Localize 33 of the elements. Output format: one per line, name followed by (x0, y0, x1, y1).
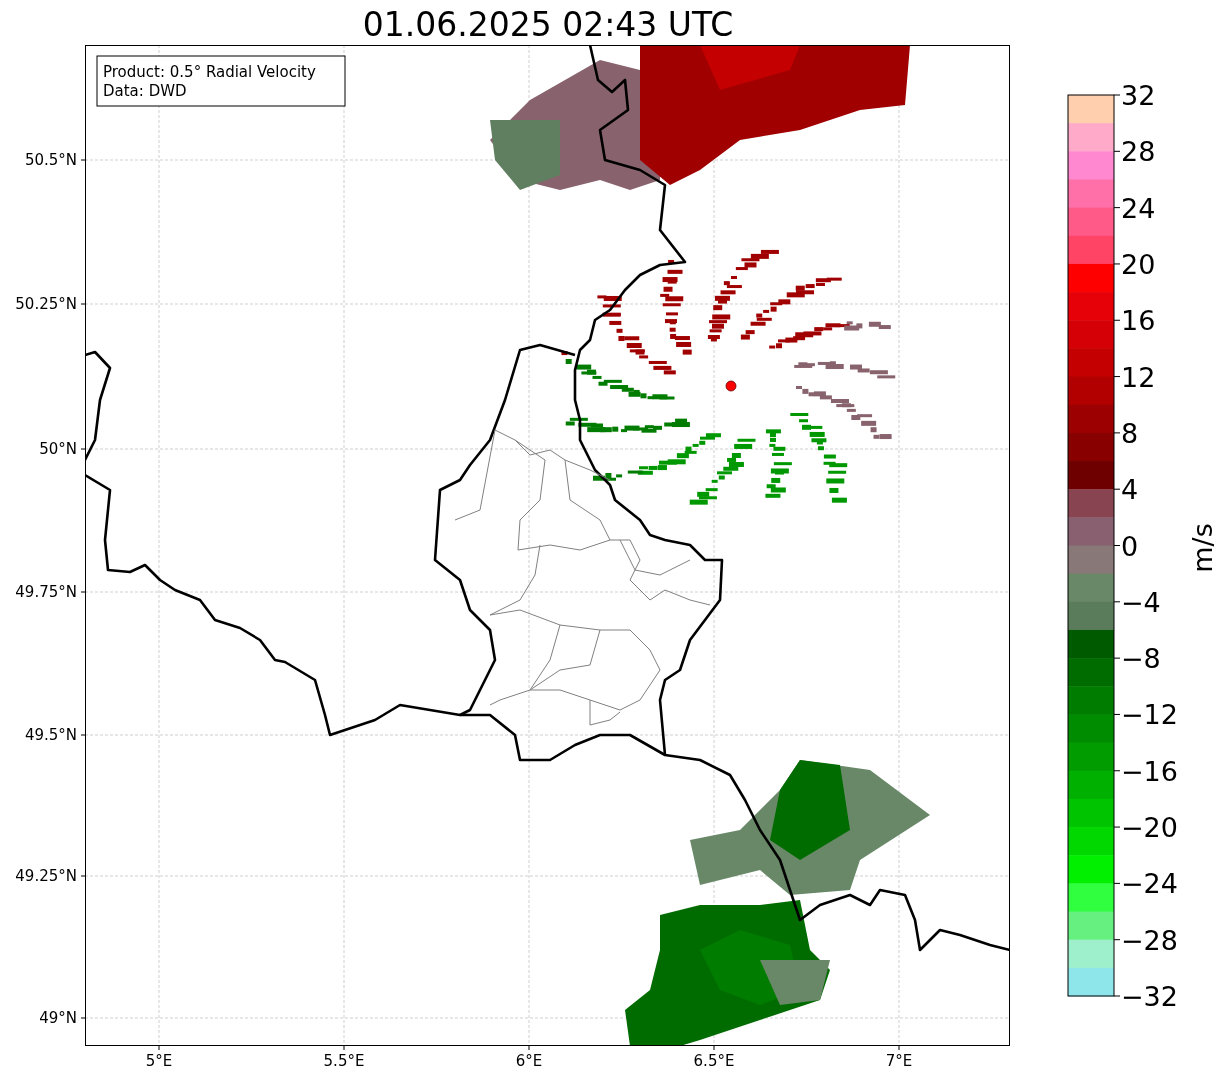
colorbar-tick-label: 24 (1121, 192, 1156, 224)
colorbar-tick-label: −12 (1121, 699, 1178, 731)
colorbar-tick-label: 32 (1121, 80, 1156, 111)
colorbar-tick-label: 16 (1121, 305, 1156, 337)
longitude-label: 7°E (885, 1052, 913, 1070)
colorbar-tick-label: −28 (1121, 924, 1178, 956)
latitude-label: 49.5°N (24, 726, 77, 744)
colorbar-tick-label: −4 (1121, 586, 1161, 618)
colorbar-label: m/s (1187, 523, 1218, 573)
latitude-label: 49.25°N (15, 867, 77, 885)
colorbar-tick-label: 0 (1121, 530, 1139, 562)
colorbar-tick-label: 4 (1121, 474, 1139, 506)
latitude-label: 49°N (39, 1009, 77, 1027)
latitude-label: 50°N (39, 440, 77, 458)
chart-title: 01.06.2025 02:43 UTC (362, 5, 734, 44)
colorbar-tick-label: −20 (1121, 812, 1178, 844)
latitude-label: 50.5°N (24, 151, 77, 169)
longitude-label: 6.5°E (693, 1052, 735, 1070)
colorbar-tick-label: −24 (1121, 868, 1178, 900)
info-text: Data: DWD (103, 82, 187, 100)
colorbar-tick-label: 8 (1121, 417, 1139, 449)
colorbar-tick-label: −32 (1121, 981, 1178, 1012)
colorbar-tick-label: 12 (1121, 361, 1156, 393)
colorbar-tick-label: 28 (1121, 136, 1156, 168)
longitude-label: 5.5°E (323, 1052, 365, 1070)
info-text: Product: 0.5° Radial Velocity (103, 63, 316, 81)
latitude-label: 50.25°N (15, 295, 77, 313)
colorbar-tick-label: −16 (1121, 755, 1178, 787)
longitude-label: 5°E (145, 1052, 173, 1070)
colorbar-tick-label: 20 (1121, 248, 1156, 280)
longitude-label: 6°E (515, 1052, 543, 1070)
colorbar-tick-label: −8 (1121, 643, 1161, 675)
latitude-label: 49.75°N (15, 583, 77, 601)
